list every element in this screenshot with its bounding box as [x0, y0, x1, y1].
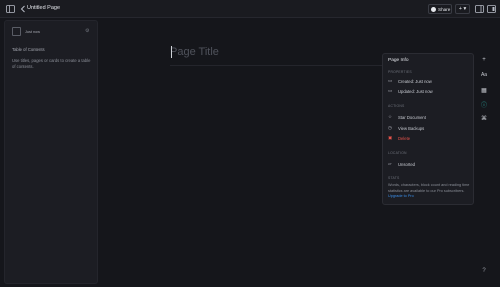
top-bar: Untitled Page Share + ▾: [0, 0, 500, 18]
delete-label: Delete: [398, 135, 411, 141]
location-button[interactable]: ▱ Unsorted: [388, 161, 415, 167]
view-backups-button[interactable]: ◷ View Backups: [388, 125, 424, 131]
location-header: LOCATION: [388, 151, 407, 155]
toc-help-text: Use titles, pages or cards to create a t…: [12, 58, 91, 69]
title-divider: [170, 65, 382, 66]
share-icon: [431, 6, 436, 12]
created-label: Created: Just now: [398, 78, 432, 84]
calendar-icon: ▭: [388, 78, 393, 83]
help-icon[interactable]: ?: [478, 265, 490, 277]
stats-text: Words, characters, block count and readi…: [388, 183, 470, 200]
star-document-button[interactable]: ☆ Star Document: [388, 114, 426, 120]
toc-title: Table of Contents: [12, 47, 45, 52]
page-info-panel: Page Info PROPERTIES ▭ Created: Just now…: [382, 53, 474, 205]
avatar: [12, 27, 21, 36]
command-icon[interactable]: ⌘: [478, 112, 490, 124]
calendar-icon: ▭: [388, 88, 393, 93]
text-cursor: [171, 46, 172, 58]
updated-row: ▭ Updated: Just now: [388, 88, 433, 94]
page-title-input[interactable]: Page Title: [170, 46, 219, 58]
share-button[interactable]: Share: [428, 4, 452, 14]
actions-header: ACTIONS: [388, 104, 405, 108]
stats-header: STATS: [388, 176, 400, 180]
author-timestamp: Just now: [25, 29, 40, 34]
star-icon: ☆: [388, 114, 393, 119]
updated-label: Updated: Just now: [398, 88, 433, 94]
share-label: Share: [438, 6, 451, 12]
sidebar-toggle-icon[interactable]: [3, 2, 17, 16]
typography-icon[interactable]: Aa: [478, 69, 490, 81]
location-label: Unsorted: [398, 161, 415, 167]
view-backups-label: View Backups: [398, 125, 425, 131]
stats-description: Words, characters, block count and readi…: [388, 183, 470, 193]
calculator-icon[interactable]: ▦: [478, 84, 490, 96]
panel-layout-icon[interactable]: [484, 2, 498, 16]
star-document-label: Star Document: [398, 114, 426, 120]
properties-header: PROPERTIES: [388, 70, 412, 74]
add-menu-button[interactable]: + ▾: [455, 4, 470, 14]
delete-button[interactable]: ▣ Delete: [388, 135, 410, 141]
page-title-breadcrumb: Untitled Page: [27, 5, 61, 11]
plus-icon[interactable]: +: [478, 54, 490, 66]
folder-icon: ▱: [388, 161, 392, 166]
gear-icon[interactable]: ⚙: [85, 28, 89, 34]
table-of-contents-sidebar: Just now ⚙ Table of Contents Use titles,…: [4, 20, 98, 284]
upgrade-link[interactable]: Upgrade to Pro: [388, 194, 414, 198]
panel-title: Page Info: [388, 58, 409, 63]
info-icon[interactable]: ⓘ: [478, 98, 490, 110]
history-icon: ◷: [388, 125, 392, 130]
author-info: Just now: [12, 27, 40, 36]
created-row: ▭ Created: Just now: [388, 78, 432, 84]
trash-icon: ▣: [388, 135, 393, 140]
